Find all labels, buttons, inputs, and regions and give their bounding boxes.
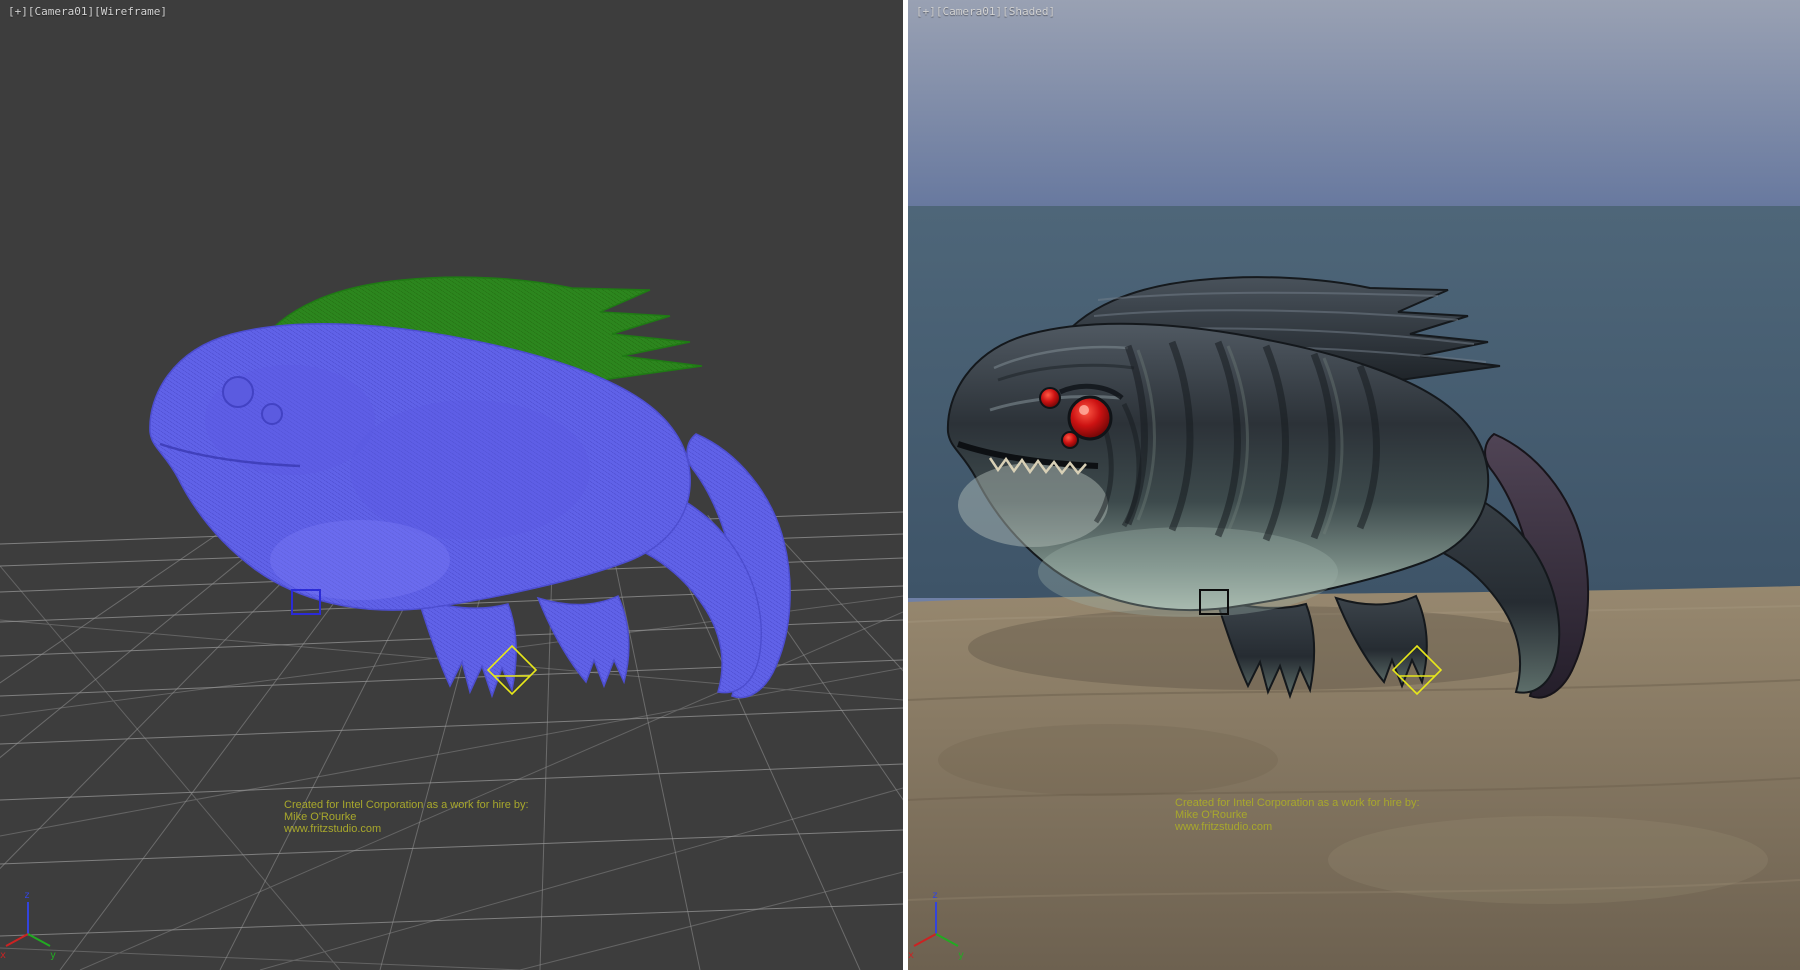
- viewport-wireframe[interactable]: z x y [+][Camera01][Wireframe] Created f…: [0, 0, 903, 970]
- watermark-line: Mike O'Rourke: [1175, 809, 1420, 821]
- watermark-line: Created for Intel Corporation as a work …: [284, 799, 529, 811]
- axis-x-label: x: [908, 950, 914, 961]
- window-edge: [0, 970, 1800, 978]
- watermark: Created for Intel Corporation as a work …: [284, 799, 529, 835]
- axis-z-label: z: [932, 890, 938, 901]
- watermark-line: www.fritzstudio.com: [1175, 821, 1420, 833]
- axis-y-label: y: [958, 950, 964, 961]
- viewport-label-wireframe[interactable]: [+][Camera01][Wireframe]: [8, 5, 167, 18]
- axis-z-label: z: [24, 890, 30, 901]
- dual-viewport-stage: z x y [+][Camera01][Wireframe] Created f…: [0, 0, 1800, 978]
- axis-y-label: y: [50, 950, 56, 961]
- watermark: Created for Intel Corporation as a work …: [1175, 797, 1420, 833]
- axis-x-label: x: [0, 950, 6, 961]
- watermark-line: Mike O'Rourke: [284, 811, 529, 823]
- sky: [908, 0, 1800, 206]
- viewport-label-shaded[interactable]: [+][Camera01][Shaded]: [916, 5, 1055, 18]
- watermark-line: Created for Intel Corporation as a work …: [1175, 797, 1420, 809]
- watermark-line: www.fritzstudio.com: [284, 823, 529, 835]
- viewport-shaded[interactable]: z x y [+][Camera01][Shaded] Created for …: [908, 0, 1800, 970]
